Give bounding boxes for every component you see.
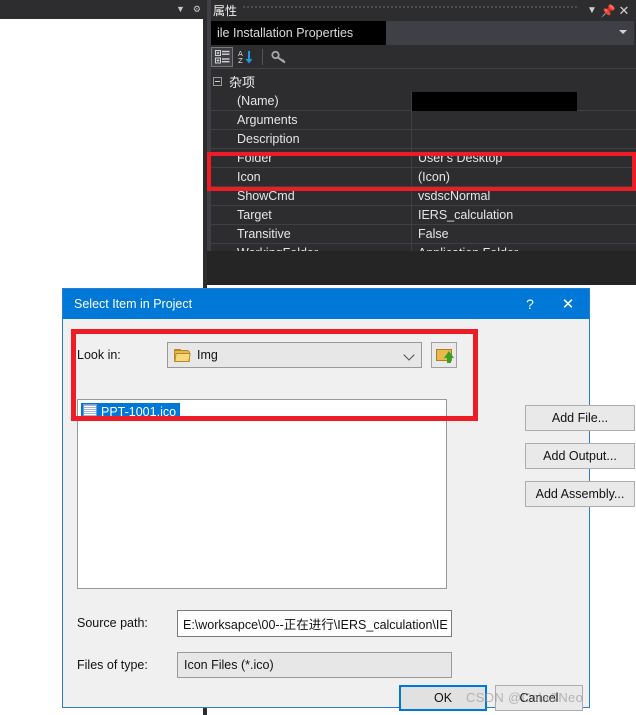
property-name: Target: [207, 205, 412, 225]
source-path-label: Source path:: [77, 616, 148, 630]
property-value[interactable]: [412, 111, 636, 130]
look-in-value: Img: [197, 348, 218, 362]
ok-button[interactable]: OK: [399, 685, 487, 711]
look-in-combo[interactable]: Img: [167, 342, 422, 368]
table-row[interactable]: Arguments: [207, 110, 636, 130]
property-name: Arguments: [207, 110, 412, 130]
properties-grid: 杂项 (Name) Arguments Description Folder U…: [207, 69, 636, 263]
property-name: ShowCmd: [207, 186, 412, 206]
add-output-button[interactable]: Add Output...: [525, 443, 635, 469]
property-value[interactable]: IERS_calculation: [412, 206, 636, 225]
source-path-input[interactable]: E:\worksapce\00--正在进行\IERS_calculation\I…: [177, 609, 452, 637]
property-value[interactable]: User's Desktop: [412, 149, 636, 168]
chevron-down-icon[interactable]: [403, 349, 415, 361]
property-name: Description: [207, 129, 412, 149]
redaction-overlay: [412, 91, 577, 111]
table-row[interactable]: Icon (Icon): [207, 167, 636, 187]
property-value[interactable]: [412, 91, 636, 111]
up-one-level-button[interactable]: [431, 342, 457, 368]
table-row[interactable]: Target IERS_calculation: [207, 205, 636, 225]
dialog-title: Select Item in Project: [74, 297, 193, 311]
property-name: (Name): [207, 91, 412, 111]
property-category-row[interactable]: 杂项: [207, 71, 636, 92]
property-pages-icon: [271, 50, 286, 63]
table-row[interactable]: Description: [207, 129, 636, 149]
left-panel-header: ▼ ⚙: [0, 0, 207, 19]
file-name: PPT-1001.ico: [101, 404, 177, 419]
select-item-dialog: Select Item in Project ? ✕ Look in: Img: [62, 288, 635, 711]
dialog-side-buttons: Add File... Add Output... Add Assembly..…: [525, 405, 635, 519]
property-value[interactable]: (Icon): [412, 168, 636, 187]
files-of-type-value: Icon Files (*.ico): [184, 658, 274, 672]
property-name: Transitive: [207, 224, 412, 244]
collapse-icon[interactable]: [213, 77, 222, 86]
chevron-down-icon[interactable]: [619, 30, 627, 34]
cancel-button[interactable]: Cancel: [495, 685, 583, 711]
close-icon[interactable]: ✕: [547, 295, 589, 313]
property-value[interactable]: False: [412, 225, 636, 244]
files-of-type-combo[interactable]: Icon Files (*.ico): [177, 652, 452, 678]
folder-up-icon: [436, 349, 454, 363]
alphabetical-sort-icon: A Z: [238, 50, 253, 64]
dialog-titlebar: Select Item in Project ? ✕: [63, 289, 589, 319]
property-pages-button[interactable]: [268, 47, 290, 67]
categorized-view-icon: [214, 49, 229, 63]
table-row[interactable]: Folder User's Desktop: [207, 148, 636, 168]
property-name: Folder: [207, 148, 412, 168]
table-row[interactable]: Transitive False: [207, 224, 636, 244]
ico-file-icon: [83, 404, 97, 419]
look-in-row: Look in: Img: [77, 341, 507, 369]
list-item[interactable]: PPT-1001.ico: [81, 403, 181, 421]
object-selector-value: ile Installation Properties: [217, 26, 354, 40]
alphabetical-sort-button[interactable]: A Z: [235, 47, 257, 67]
properties-panel-titlebar: 属性 ▼ 📌 ✕: [207, 0, 636, 21]
property-name: Icon: [207, 167, 412, 187]
gear-icon[interactable]: ⚙: [193, 5, 201, 14]
chevron-down-icon[interactable]: ▼: [584, 5, 600, 16]
table-row[interactable]: (Name): [207, 91, 636, 111]
close-icon[interactable]: ✕: [616, 4, 632, 17]
properties-toolbar: A Z: [207, 45, 636, 69]
properties-panel: 属性 ▼ 📌 ✕ ile Installation Properties A Z…: [207, 0, 636, 285]
help-icon[interactable]: ?: [513, 296, 547, 312]
source-path-row: Source path: E:\worksapce\00--正在进行\IERS_…: [77, 609, 527, 637]
toolbar-separator: [262, 48, 263, 65]
property-value[interactable]: [412, 130, 636, 149]
files-of-type-row: Files of type: Icon Files (*.ico): [77, 651, 527, 679]
svg-text:Z: Z: [238, 57, 243, 64]
property-category-label: 杂项: [229, 75, 256, 90]
files-of-type-label: Files of type:: [77, 658, 148, 672]
titlebar-drag-dots[interactable]: [243, 0, 578, 21]
object-selector-combo[interactable]: ile Installation Properties: [209, 21, 634, 45]
folder-icon: [174, 348, 191, 362]
file-list[interactable]: PPT-1001.ico: [77, 399, 447, 589]
look-in-label: Look in:: [77, 348, 121, 362]
chevron-down-icon[interactable]: ▼: [176, 5, 185, 14]
table-row[interactable]: ShowCmd vsdscNormal: [207, 186, 636, 206]
add-file-button[interactable]: Add File...: [525, 405, 635, 431]
property-value[interactable]: vsdscNormal: [412, 187, 636, 206]
dialog-body: Look in: Img PPT-1001.ico Add File... Ad…: [63, 319, 635, 711]
properties-panel-footer: [207, 251, 636, 285]
properties-panel-title: 属性: [213, 4, 238, 18]
pin-icon[interactable]: 📌: [600, 5, 616, 17]
categorized-view-button[interactable]: [211, 46, 233, 67]
add-assembly-button[interactable]: Add Assembly...: [525, 481, 635, 507]
